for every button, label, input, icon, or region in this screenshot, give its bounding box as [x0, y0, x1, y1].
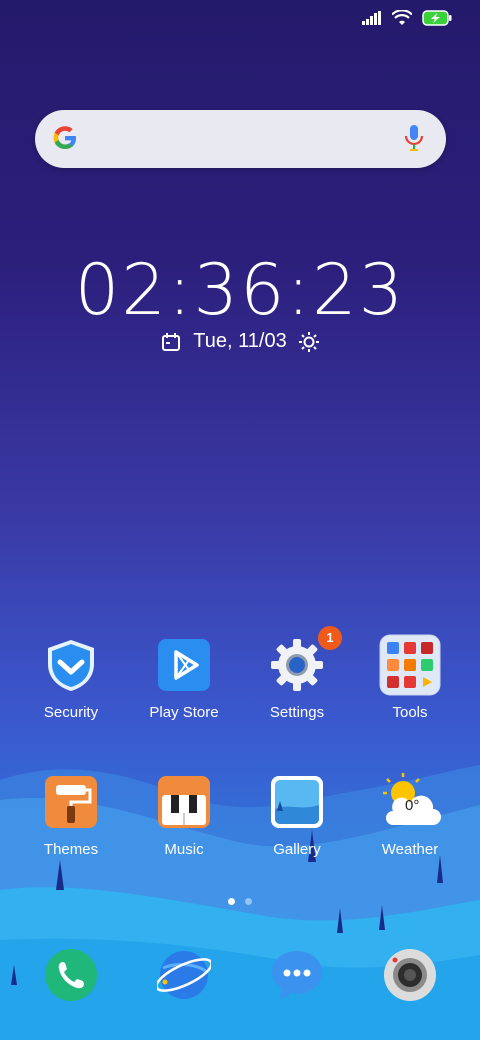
gallery-icon	[271, 776, 323, 828]
gear-icon	[271, 639, 323, 691]
google-logo-icon	[53, 126, 76, 149]
wifi-icon	[392, 10, 412, 25]
app-label: Security	[43, 704, 99, 721]
paint-roller-icon	[45, 776, 97, 828]
app-label: Tools	[392, 704, 428, 721]
shield-icon	[48, 640, 94, 691]
dock-browser[interactable]	[155, 948, 213, 1002]
app-label: Settings	[269, 704, 325, 721]
dock-phone[interactable]	[44, 948, 98, 1002]
battery-icon	[422, 10, 452, 26]
app-label: Play Store	[149, 704, 219, 721]
calendar-icon	[162, 332, 181, 351]
app-label: Themes	[43, 841, 99, 858]
search-input[interactable]	[95, 124, 389, 156]
clock-time[interactable]: 02:36:23	[0, 250, 480, 330]
browser-icon	[155, 951, 213, 999]
app-tools-folder[interactable]: Tools	[360, 634, 460, 721]
notification-badge: 1	[318, 626, 342, 650]
page-dot	[228, 898, 235, 905]
app-label: Music	[164, 841, 204, 858]
camera-icon	[384, 949, 436, 1001]
app-themes[interactable]: Themes	[21, 775, 121, 858]
tools-folder-icon	[379, 634, 441, 696]
page-indicator[interactable]	[228, 898, 252, 905]
sun-icon	[298, 331, 319, 352]
status-bar	[362, 10, 452, 26]
google-search-bar[interactable]	[35, 110, 446, 168]
app-play-store[interactable]: Play Store	[134, 638, 234, 721]
signal-icon	[362, 11, 381, 25]
app-label: Weather	[381, 841, 439, 858]
date-row[interactable]: Tue, 11/03	[0, 330, 480, 353]
app-weather[interactable]: 0° Weather	[360, 773, 460, 858]
messages-icon	[272, 951, 322, 1000]
piano-icon	[158, 776, 210, 828]
app-label: Gallery	[273, 841, 321, 858]
app-security[interactable]: Security	[21, 638, 121, 721]
date-label: Tue, 11/03	[193, 330, 287, 352]
app-settings[interactable]: 1 Settings	[247, 626, 347, 721]
page-dot	[245, 898, 252, 905]
dock-messages[interactable]	[270, 948, 324, 1002]
app-music[interactable]: Music	[134, 775, 234, 858]
dock-camera[interactable]	[383, 948, 437, 1002]
play-store-icon	[158, 639, 210, 691]
weather-temp: 0°	[405, 797, 420, 814]
phone-icon	[45, 949, 97, 1001]
microphone-icon[interactable]	[404, 124, 424, 152]
app-gallery[interactable]: Gallery	[247, 775, 347, 858]
